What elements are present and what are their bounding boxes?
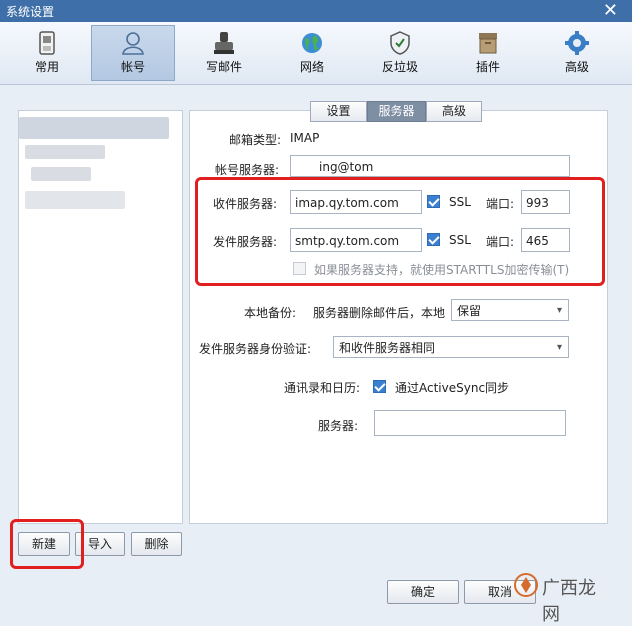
watermark-logo: 广西龙网: [512, 566, 608, 625]
close-icon[interactable]: ✕: [603, 0, 618, 22]
server-label: 服务器:: [318, 419, 359, 433]
toolbar-label-plugins: 插件: [475, 60, 500, 74]
activesync-checkbox[interactable]: [373, 380, 386, 393]
backup-select[interactable]: 保留 ▾: [451, 299, 569, 321]
auth-select[interactable]: 和收件服务器相同 ▾: [333, 336, 569, 358]
account-server-input[interactable]: ing@tom: [290, 155, 570, 177]
chevron-down-icon: ▾: [556, 342, 562, 353]
tab-server[interactable]: 服务器: [367, 101, 426, 122]
account-list[interactable]: [18, 110, 183, 524]
toolbar-item-advanced[interactable]: 高级: [536, 26, 618, 80]
toolbar-label-advanced: 高级: [564, 60, 589, 74]
toolbar-label-general: 常用: [34, 60, 59, 74]
toolbar-item-general[interactable]: 常用: [6, 26, 88, 80]
contacts-calendar-label: 通讯录和日历:: [284, 381, 361, 395]
toolbar-label-network: 网络: [299, 60, 324, 74]
toolbar-label-compose: 写邮件: [205, 60, 242, 74]
mail-type-value: IMAP: [290, 131, 320, 145]
account-item[interactable]: [31, 167, 91, 181]
chevron-down-icon: ▾: [556, 305, 562, 316]
shield-icon: [390, 31, 410, 55]
tab-advanced[interactable]: 高级: [426, 101, 482, 122]
toolbar-item-network[interactable]: 网络: [271, 26, 353, 80]
globe-icon: [302, 33, 322, 53]
toolbar-item-account[interactable]: 帐号: [91, 25, 175, 81]
backup-label: 本地备份:: [244, 306, 297, 320]
account-item[interactable]: [19, 117, 169, 139]
window-title: 系统设置: [6, 5, 55, 19]
user-icon: [122, 32, 144, 55]
toolbar-item-antispam[interactable]: 反垃圾: [359, 26, 441, 80]
settings-toolbar: 常用 帐号 写邮件 网络 反垃圾 插件 高级: [0, 22, 632, 85]
auth-select-value: 和收件服务器相同: [339, 341, 436, 355]
activesync-server-input[interactable]: [374, 410, 566, 436]
delete-button[interactable]: 删除: [131, 532, 182, 556]
backup-description: 服务器删除邮件后，本地: [313, 306, 446, 320]
account-item[interactable]: [25, 191, 125, 209]
toolbar-item-plugins[interactable]: 插件: [447, 26, 529, 80]
auth-label: 发件服务器身份验证:: [199, 342, 312, 356]
account-item[interactable]: [25, 145, 105, 159]
mail-type-label: 邮箱类型:: [229, 133, 282, 147]
phone-icon: [39, 31, 55, 55]
backup-select-value: 保留: [457, 304, 482, 318]
account-server-label: 帐号服务器:: [215, 163, 280, 177]
toolbar-label-antispam: 反垃圾: [381, 60, 418, 74]
stamp-icon: [214, 32, 234, 54]
title-bar: 系统设置 ✕: [0, 0, 632, 22]
box-icon: [479, 33, 497, 54]
highlight-server-settings: [195, 177, 605, 286]
activesync-label: 通过ActiveSync同步: [395, 381, 510, 395]
gear-icon: [565, 31, 589, 55]
ok-button[interactable]: 确定: [387, 580, 459, 604]
highlight-new-button: [10, 519, 84, 569]
toolbar-label-account: 帐号: [120, 60, 145, 74]
watermark-text: 广西龙网: [542, 578, 596, 625]
tab-settings[interactable]: 设置: [310, 101, 367, 122]
toolbar-item-compose[interactable]: 写邮件: [183, 26, 265, 80]
